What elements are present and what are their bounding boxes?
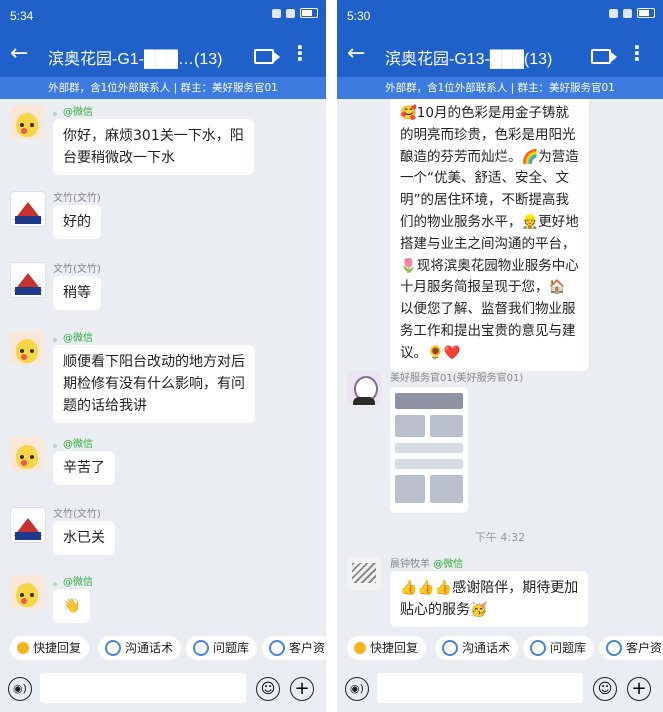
voice-icon[interactable]: ◉) [8,677,32,701]
more-options-icon[interactable]: ⋮ [290,42,310,64]
sender-name: 文竹(文竹) [53,264,101,275]
right-screenshot: 5:30 ← 滨奥花园-G13-███(13) ⋮ 外部群，含1位外部联系人 |… [337,0,663,712]
globe-icon [269,640,285,656]
status-icons [609,8,655,18]
quick-reply-button[interactable]: 快捷回复 [347,636,427,660]
message-bubble[interactable]: 你好，麻烦301关一下水，阳 台要稍微改一下水 [53,119,254,175]
time-separator: 下午 4:32 [474,531,526,544]
avatar[interactable] [10,105,44,139]
avatar[interactable] [10,437,44,471]
message-bubble[interactable]: 👋 [53,589,91,623]
group-title: 滨奥花园-G1-███…(13) [48,51,223,68]
chat-header: ← 滨奥花园-G1-███…(13) ⋮ [0,33,326,77]
battery-icon [637,8,655,18]
message-bubble[interactable]: 顺便看下阳台改动的地方对后 期检修有没有什么影响，有问 题的话给我讲 [53,345,255,423]
image-message[interactable] [390,387,468,513]
chat-header: ← 滨奥花园-G13-███(13) ⋮ [337,33,663,77]
status-time: 5:34 [10,9,34,23]
globe-icon [530,640,546,656]
back-arrow-icon[interactable]: ← [10,42,28,66]
globe-icon [105,640,121,656]
sender-name: 美好服务官01(美好服务官01) [390,373,524,384]
status-bar: 5:30 [337,0,663,33]
globe-icon [442,640,458,656]
globe-icon [606,640,622,656]
battery-icon [300,8,318,18]
status-icons [272,8,318,18]
wifi-icon [623,8,632,18]
emoji-icon[interactable]: ☺ [593,677,617,701]
input-bar: ◉) ☺ + [337,670,663,710]
message-item: 文竹(文竹) 好的 [10,191,316,241]
script-button[interactable]: 沟通话术 [435,636,519,660]
sender-name: 文竹(文竹) [53,193,101,204]
message-item: 文竹(文竹) 水已关 [10,507,316,557]
plus-icon[interactable]: + [627,677,651,701]
question-library-button[interactable]: 问题库 [186,636,258,660]
message-input[interactable] [377,673,583,703]
input-bar: ◉) ☺ + [0,670,326,710]
avatar[interactable] [10,331,44,365]
message-bubble[interactable]: 👍👍👍感谢陪伴，期待更加 贴心的服务🥳 [390,571,589,627]
sender-name: 。@微信 [53,333,93,344]
message-item: 。@微信 👋 [10,575,316,625]
customer-info-button[interactable]: 客户资 [262,636,326,660]
message-item: 。@微信 顺便看下阳台改动的地方对后 期检修有没有什么影响，有问 题的话给我讲 [10,331,316,427]
message-list[interactable]: 。@微信 你好，麻烦301关一下水，阳 台要稍微改一下水 文竹(文竹) 好的 文… [0,99,326,629]
message-list[interactable]: 🥰10月的色彩是用金子铸就 的明亮而珍贵，色彩是用阳光 酿造的芬芳而灿烂。🌈为营… [337,99,663,629]
message-item: 美好服务官01(美好服务官01) [347,371,653,521]
left-screenshot: 5:34 ← 滨奥花园-G1-███…(13) ⋮ 外部群，含1位外部联系人 |… [0,0,326,712]
plus-icon[interactable]: + [290,677,314,701]
message-bubble[interactable]: 稍等 [53,276,101,310]
video-call-icon[interactable] [254,49,280,64]
message-bubble[interactable]: 辛苦了 [53,451,115,485]
video-call-icon[interactable] [591,49,617,64]
avatar[interactable] [10,575,44,609]
message-item: 。@微信 辛苦了 [10,437,316,487]
message-item: 文竹(文竹) 稍等 [10,262,316,312]
group-title: 滨奥花园-G13-███(13) [385,51,553,68]
message-bubble[interactable]: 好的 [53,205,101,239]
message-bubble[interactable]: 水已关 [53,521,115,555]
avatar[interactable] [10,507,46,543]
emoji-icon[interactable]: ☺ [256,677,280,701]
group-info-bar[interactable]: 外部群，含1位外部联系人 | 群主：美好服务官01 [0,77,326,99]
status-bar: 5:34 [0,0,326,33]
question-library-button[interactable]: 问题库 [523,636,595,660]
sender-name: 。@微信 [53,107,93,118]
quick-action-bar: 快捷回复 沟通话术 问题库 客户资 [0,636,326,662]
group-info-bar[interactable]: 外部群，含1位外部联系人 | 群主：美好服务官01 [337,77,663,99]
avatar[interactable] [347,371,381,405]
signal-icon [609,8,618,18]
bolt-icon [354,642,366,654]
more-options-icon[interactable]: ⋮ [627,42,647,64]
sender-name: 晨钟牧羊 @微信 [390,559,464,570]
sender-name: 。@微信 [53,439,93,450]
message-input[interactable] [40,673,246,703]
back-arrow-icon[interactable]: ← [347,42,365,66]
signal-icon [272,8,281,18]
avatar[interactable] [10,191,46,227]
globe-icon [193,640,209,656]
status-time: 5:30 [347,9,371,23]
bolt-icon [17,642,29,654]
message-item: 晨钟牧羊 @微信 👍👍👍感谢陪伴，期待更加 贴心的服务🥳 [347,557,653,627]
wifi-icon [286,8,295,18]
customer-info-button[interactable]: 客户资 [599,636,663,660]
sender-name: 文竹(文竹) [53,509,101,520]
message-bubble[interactable]: 🥰10月的色彩是用金子铸就 的明亮而珍贵，色彩是用阳光 酿造的芬芳而灿烂。🌈为营… [390,99,589,371]
script-button[interactable]: 沟通话术 [98,636,182,660]
quick-reply-button[interactable]: 快捷回复 [10,636,90,660]
sender-name: 。@微信 [53,577,93,588]
quick-action-bar: 快捷回复 沟通话术 问题库 客户资 [337,636,663,662]
avatar[interactable] [347,557,381,591]
message-item: 。@微信 你好，麻烦301关一下水，阳 台要稍微改一下水 [10,105,316,179]
voice-icon[interactable]: ◉) [345,677,369,701]
avatar[interactable] [10,262,46,298]
